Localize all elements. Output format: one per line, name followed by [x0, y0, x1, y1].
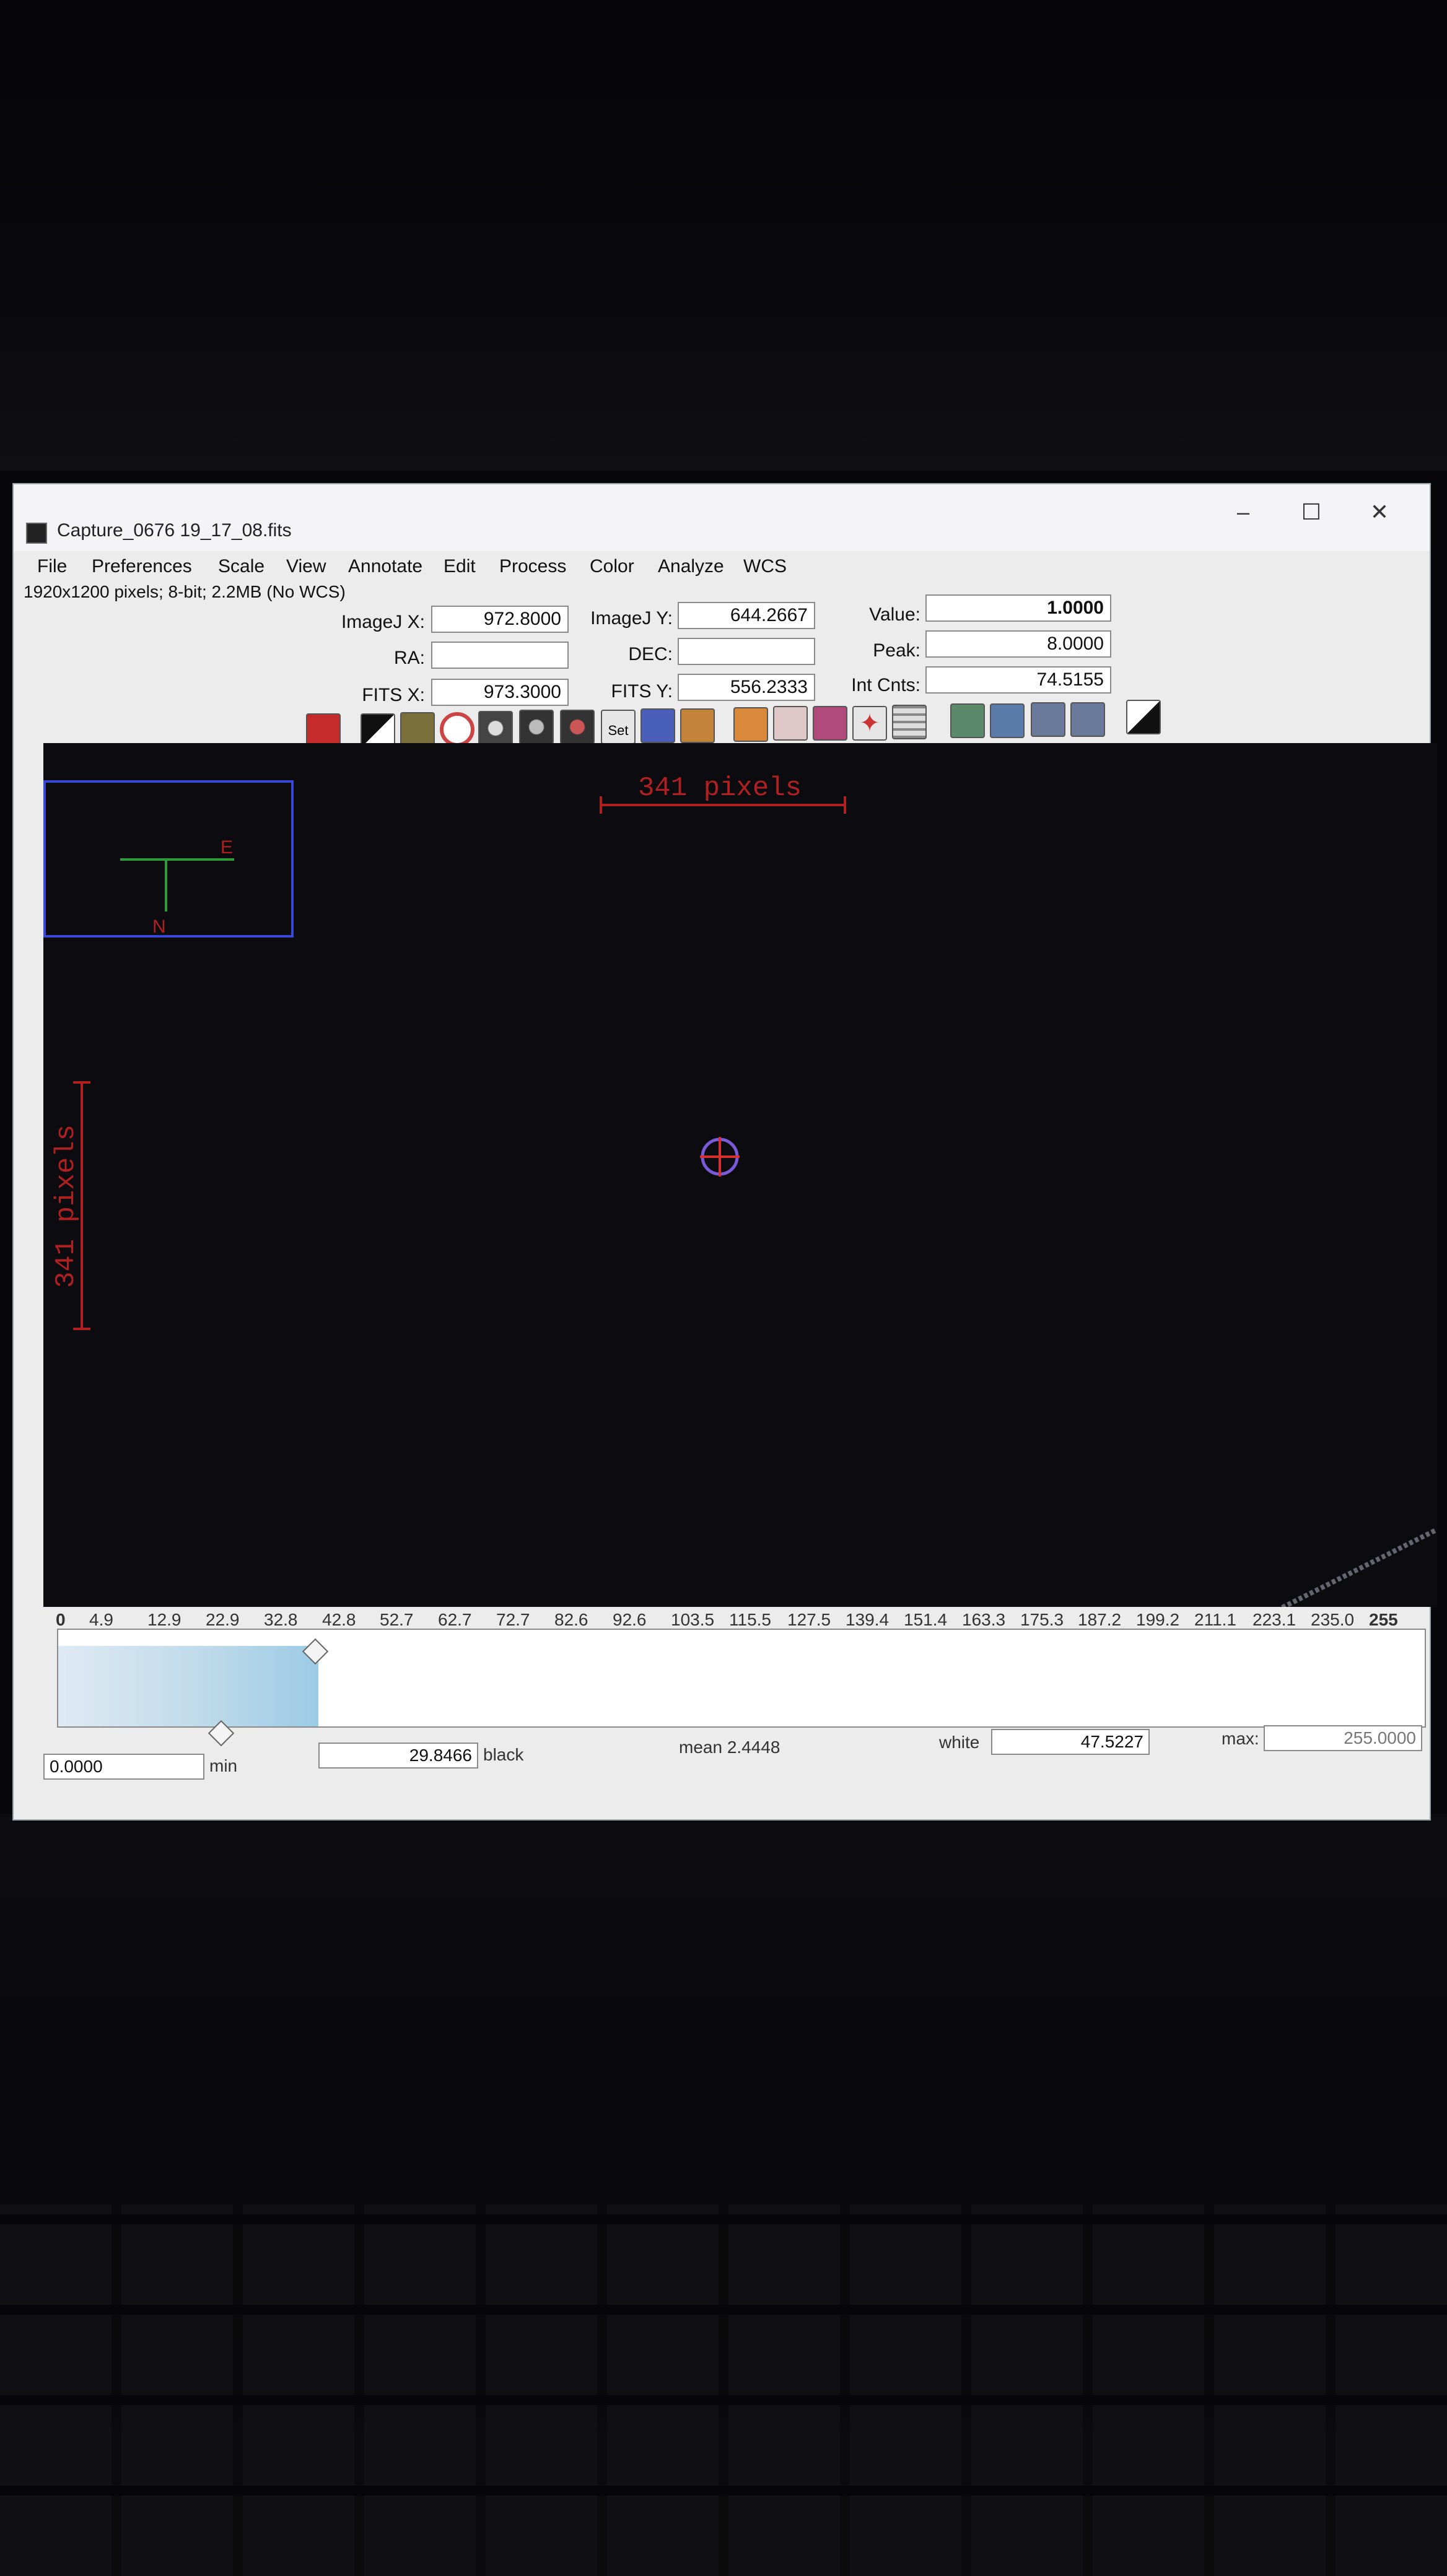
menu-color[interactable]: Color: [590, 556, 634, 577]
satellite-streak: [1281, 1527, 1437, 1607]
brush-icon[interactable]: [733, 707, 768, 742]
int-cnts-label: Int Cnts:: [851, 675, 920, 695]
histogram-tick-label: 163.3: [962, 1610, 1006, 1629]
histogram-tick-label: 52.7: [380, 1610, 414, 1629]
zoom-fit-icon[interactable]: [950, 703, 985, 738]
star-icon[interactable]: ✦: [852, 706, 887, 741]
histogram-fill: [58, 1646, 318, 1726]
title-bar: Capture_0676 19_17_08.fits – ☐ ✕: [14, 484, 1430, 552]
compass-e-label: E: [221, 837, 233, 858]
histogram-tick-label: 127.5: [787, 1610, 831, 1629]
mean-text: mean 2.4448: [679, 1738, 780, 1757]
zoom-reset-icon[interactable]: [1070, 702, 1105, 737]
app-icon: [26, 523, 47, 544]
histogram-tick-label: 175.3: [1020, 1610, 1064, 1629]
flower-icon[interactable]: [813, 706, 847, 741]
multi-aperture-icon[interactable]: [773, 706, 808, 741]
pencil-icon[interactable]: [640, 708, 675, 743]
close-button[interactable]: ✕: [1345, 490, 1414, 534]
black-field[interactable]: 29.8466: [318, 1743, 478, 1769]
histogram-tick-label: 82.6: [554, 1610, 588, 1629]
scale-label-horizontal: 341 pixels: [638, 773, 802, 804]
histogram-tick-label: 235.0: [1311, 1610, 1355, 1629]
image-status-text: 1920x1200 pixels; 8-bit; 2.2MB (No WCS): [24, 582, 346, 601]
dec-field: [678, 638, 815, 665]
ra-label: RA:: [393, 648, 425, 668]
value-label: Value:: [869, 604, 920, 625]
fits-y-field: 556.2333: [678, 674, 815, 701]
menu-bar: File Preferences Scale View Annotate Edi…: [14, 551, 1430, 583]
histogram-panel[interactable]: [57, 1629, 1426, 1728]
histogram-tick-label: 139.4: [846, 1610, 890, 1629]
histogram-tick-label: 22.9: [206, 1610, 240, 1629]
black-label: black: [483, 1745, 524, 1764]
peak-field: 8.0000: [925, 630, 1111, 658]
menu-preferences[interactable]: Preferences: [92, 556, 192, 577]
histogram-tick-label: 211.1: [1194, 1610, 1236, 1629]
histogram-tick-label: 42.8: [322, 1610, 356, 1629]
menu-wcs[interactable]: WCS: [743, 556, 787, 577]
peak-label: Peak:: [873, 640, 920, 661]
image-icon[interactable]: [400, 712, 435, 747]
menu-scale[interactable]: Scale: [218, 556, 264, 577]
histogram-tick-label: 0: [56, 1610, 66, 1629]
histogram-tick-label: 72.7: [496, 1610, 530, 1629]
histogram-tick-label: 103.5: [671, 1610, 715, 1629]
fits-y-label: FITS Y:: [611, 681, 673, 702]
menu-edit[interactable]: Edit: [444, 556, 476, 577]
imagej-x-label: ImageJ X:: [341, 612, 425, 632]
imagej-x-field: 972.8000: [431, 606, 569, 633]
histogram-tick-label: 187.2: [1078, 1610, 1122, 1629]
compass-n-label: N: [152, 916, 166, 937]
histogram-tick-label: 115.5: [729, 1610, 771, 1629]
menu-annotate[interactable]: Annotate: [348, 556, 422, 577]
zoom-out-icon[interactable]: [1031, 702, 1065, 737]
histogram-tick-label: 223.1: [1252, 1610, 1296, 1629]
scale-label-vertical: 341 pixels: [51, 1125, 82, 1288]
imagej-y-label: ImageJ Y:: [590, 608, 673, 629]
menu-file[interactable]: File: [37, 556, 67, 577]
image-canvas[interactable]: E N 341 pixels 341 pixels: [43, 743, 1437, 1607]
minimize-button[interactable]: –: [1209, 490, 1277, 534]
histogram-tick-label: 4.9: [89, 1610, 113, 1629]
table-icon[interactable]: [892, 705, 927, 739]
keyboard-rows: [0, 2204, 1447, 2576]
zoom-in-icon[interactable]: [990, 703, 1025, 738]
menu-view[interactable]: View: [286, 556, 326, 577]
fits-x-field: 973.3000: [431, 679, 569, 706]
window-title: Capture_0676 19_17_08.fits: [57, 520, 292, 541]
white-field[interactable]: 47.5227: [991, 1729, 1150, 1755]
maximize-button[interactable]: ☐: [1277, 490, 1345, 534]
ra-field: [431, 642, 569, 669]
histogram-tick-label: 255: [1369, 1610, 1398, 1629]
photo-background-top: [0, 0, 1447, 471]
set-icon[interactable]: Set: [601, 710, 636, 744]
value-field: 1.0000: [925, 594, 1111, 622]
max-label: max:: [1222, 1729, 1259, 1748]
canvas-overlay: E N 341 pixels 341 pixels: [43, 773, 1437, 1607]
histogram-tick-label: 151.4: [904, 1610, 948, 1629]
histogram-tick-label: 199.2: [1136, 1610, 1180, 1629]
compass-icon[interactable]: [560, 710, 595, 744]
max-field[interactable]: 255.0000: [1264, 1725, 1422, 1751]
fits-x-label: FITS X:: [362, 685, 425, 705]
menu-analyze[interactable]: Analyze: [658, 556, 724, 577]
dec-label: DEC:: [628, 644, 673, 664]
aperture-gray-icon[interactable]: [478, 711, 513, 746]
white-label: white: [939, 1733, 980, 1752]
contrast-icon[interactable]: [1126, 700, 1161, 734]
aperture-mag-icon[interactable]: [519, 710, 554, 744]
min-label: min: [209, 1756, 238, 1775]
int-cnts-field: 74.5155: [925, 666, 1111, 694]
histogram-tick-label: 32.8: [264, 1610, 298, 1629]
imagej-y-field: 644.2667: [678, 602, 815, 629]
aperture-ring-icon[interactable]: [440, 712, 474, 747]
menu-process[interactable]: Process: [499, 556, 566, 577]
histogram-tick-label: 62.7: [438, 1610, 472, 1629]
histogram-tick-label: 92.6: [613, 1610, 647, 1629]
clear-icon[interactable]: [680, 708, 715, 743]
min-field[interactable]: 0.0000: [43, 1754, 204, 1780]
histogram-tick-label: 12.9: [147, 1610, 181, 1629]
